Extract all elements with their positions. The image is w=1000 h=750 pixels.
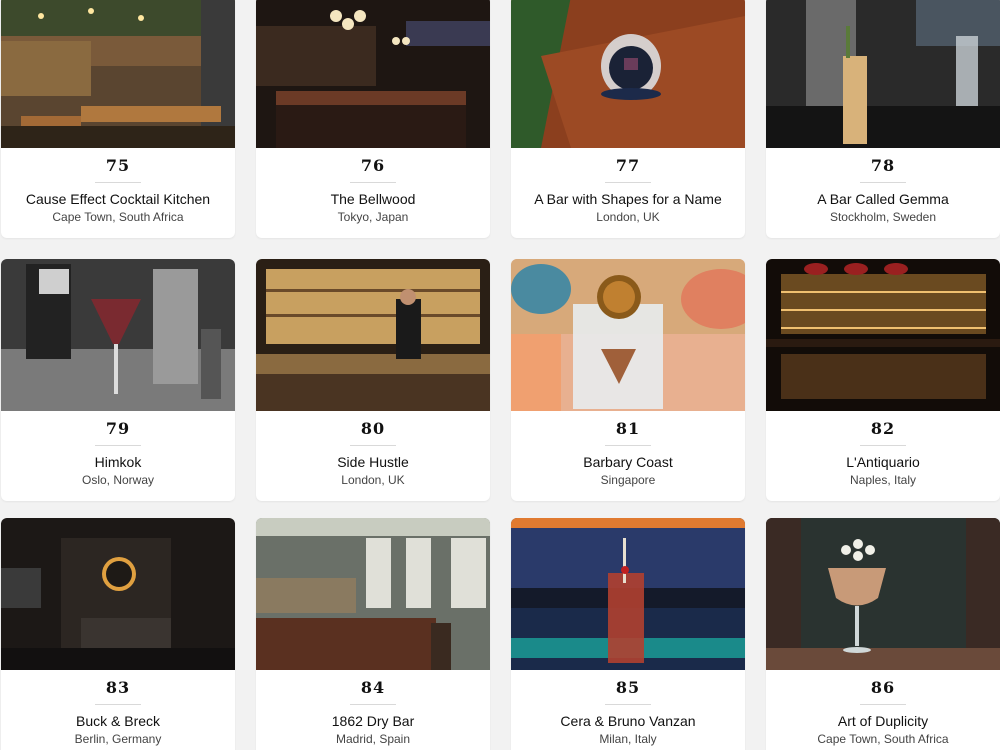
divider	[860, 182, 906, 183]
bar-card-83[interactable]: 83 Buck & Breck Berlin, Germany	[1, 518, 235, 750]
bar-location: London, UK	[596, 210, 660, 224]
divider	[95, 704, 141, 705]
coupe-cocktail-photo	[766, 518, 1000, 670]
rank-number: 77	[615, 156, 641, 175]
divider	[860, 445, 906, 446]
bar-name: Barbary Coast	[583, 454, 673, 470]
bar-card-86[interactable]: 86 Art of Duplicity Cape Town, South Afr…	[766, 518, 1000, 750]
bar-location: Oslo, Norway	[81, 473, 155, 487]
rank-number: 86	[870, 678, 896, 697]
bar-card-85[interactable]: 85 Cera & Bruno Vanzan Milan, Italy	[511, 518, 745, 750]
bar-name: A Bar with Shapes for a Name	[534, 191, 722, 207]
bar-location: Madrid, Spain	[335, 732, 411, 746]
rank-number: 84	[360, 678, 386, 697]
classic-bar-room-photo	[256, 518, 490, 670]
bar-tools-cocktail-photo	[1, 259, 235, 411]
divider	[350, 445, 396, 446]
bar-location: Singapore	[600, 473, 656, 487]
bar-location: Milan, Italy	[599, 732, 657, 746]
bar-card-84[interactable]: 84 1862 Dry Bar Madrid, Spain	[256, 518, 490, 750]
bar-location: Naples, Italy	[849, 473, 917, 487]
citrus-cocktail-photo	[511, 259, 745, 411]
rank-number: 81	[615, 419, 641, 438]
bar-name: L'Antiquario	[846, 454, 920, 470]
bar-listing-grid: 75 Cause Effect Cocktail Kitchen Cape To…	[0, 0, 1000, 750]
divider	[350, 704, 396, 705]
bar-location: Berlin, Germany	[74, 732, 162, 746]
bartender-back-bar-photo	[256, 259, 490, 411]
rank-number: 82	[870, 419, 896, 438]
rank-number: 75	[105, 156, 131, 175]
bar-interior-wood-photo	[1, 0, 235, 148]
bar-location: Tokyo, Japan	[337, 210, 409, 224]
bar-name: Cera & Bruno Vanzan	[560, 713, 696, 729]
rank-number: 79	[105, 419, 131, 438]
bar-card-80[interactable]: 80 Side Hustle London, UK	[256, 259, 490, 501]
bar-card-81[interactable]: 81 Barbary Coast Singapore	[511, 259, 745, 501]
bar-name: The Bellwood	[330, 191, 416, 207]
bar-name: Side Hustle	[337, 454, 409, 470]
rank-number: 76	[360, 156, 386, 175]
bar-name: Buck & Breck	[75, 713, 161, 729]
divider	[605, 182, 651, 183]
bar-card-79[interactable]: 79 Himkok Oslo, Norway	[1, 259, 235, 501]
bar-location: Stockholm, Sweden	[829, 210, 937, 224]
rank-number: 78	[870, 156, 896, 175]
divider	[350, 182, 396, 183]
divider	[95, 445, 141, 446]
lit-bottle-shelves-photo	[766, 259, 1000, 411]
bar-name: A Bar Called Gemma	[817, 191, 949, 207]
divider	[605, 704, 651, 705]
red-highball-photo	[511, 518, 745, 670]
cocktail-on-table-photo	[511, 0, 745, 148]
rank-number: 83	[105, 678, 131, 697]
bar-location: London, UK	[341, 473, 405, 487]
bar-card-76[interactable]: 76 The Bellwood Tokyo, Japan	[256, 0, 490, 238]
rank-number: 80	[360, 419, 386, 438]
bar-location: Cape Town, South Africa	[52, 210, 184, 224]
rank-number: 85	[615, 678, 641, 697]
bar-card-82[interactable]: 82 L'Antiquario Naples, Italy	[766, 259, 1000, 501]
divider	[605, 445, 651, 446]
dark-bar-counter-photo	[256, 0, 490, 148]
bar-card-75[interactable]: 75 Cause Effect Cocktail Kitchen Cape To…	[1, 0, 235, 238]
bar-name: Himkok	[94, 454, 142, 470]
bar-card-78[interactable]: 78 A Bar Called Gemma Stockholm, Sweden	[766, 0, 1000, 238]
bar-name: Cause Effect Cocktail Kitchen	[25, 191, 211, 207]
divider	[860, 704, 906, 705]
bar-location: Cape Town, South Africa	[817, 732, 949, 746]
tall-cocktail-photo	[766, 0, 1000, 148]
bar-name: 1862 Dry Bar	[331, 713, 415, 729]
divider	[95, 182, 141, 183]
dark-lounge-photo	[1, 518, 235, 670]
bar-card-77[interactable]: 77 A Bar with Shapes for a Name London, …	[511, 0, 745, 238]
bar-name: Art of Duplicity	[837, 713, 929, 729]
